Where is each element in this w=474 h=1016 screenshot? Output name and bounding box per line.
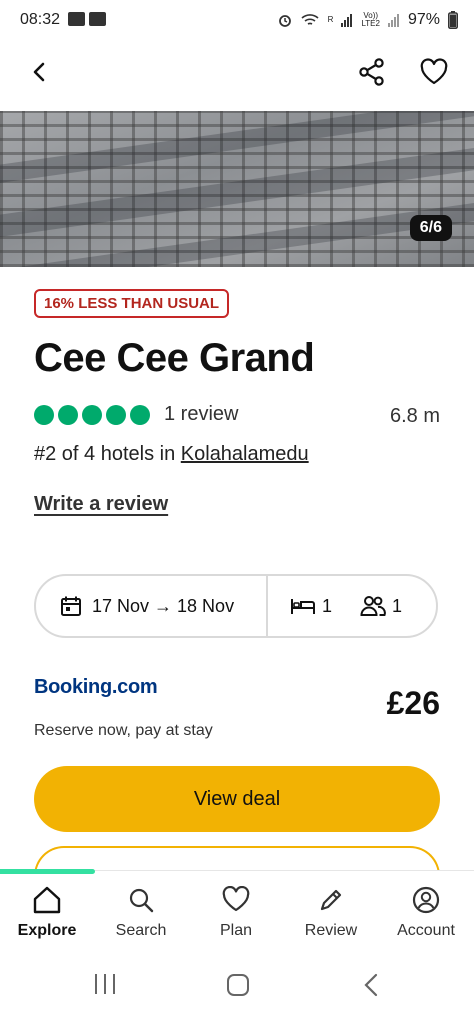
search-icon <box>129 888 154 913</box>
alarm-icon <box>278 15 291 27</box>
scroll-progress-indicator <box>0 869 95 874</box>
rating-bubble <box>34 404 54 425</box>
write-review-link[interactable]: Write a review <box>34 493 168 516</box>
guests-count: 1 <box>392 595 403 616</box>
hotel-photo[interactable] <box>0 111 474 267</box>
battery-percent: 97% <box>407 11 440 28</box>
booking-provider-logo: Booking.com <box>34 676 158 698</box>
tab-label: Plan <box>219 922 253 939</box>
notification-icon <box>68 12 85 26</box>
hotel-name: Cee Cee Grand <box>34 336 315 380</box>
tab-search[interactable]: Search <box>94 886 188 940</box>
date-selector[interactable]: 17 Nov → 18 Nov <box>36 576 268 636</box>
rooms-count: 1 <box>322 595 333 616</box>
bed-icon <box>291 599 315 614</box>
tab-review[interactable]: Review <box>284 886 378 940</box>
heart-icon <box>222 886 250 912</box>
system-nav-bar <box>0 954 474 1016</box>
reserve-note: Reserve now, pay at stay <box>34 722 213 739</box>
tab-account[interactable]: Account <box>379 886 473 940</box>
wifi-icon <box>301 14 319 25</box>
recent-apps-icon[interactable] <box>92 972 118 996</box>
guests-icon <box>360 596 386 616</box>
home-button-icon[interactable] <box>225 972 251 998</box>
back-button[interactable] <box>18 50 62 94</box>
date-range: 17 Nov → 18 Nov <box>92 595 235 616</box>
chevron-left-icon <box>33 62 45 82</box>
network-label: Vo)) LTE2 <box>361 11 380 28</box>
tab-plan[interactable]: Plan <box>189 886 283 940</box>
share-button[interactable] <box>350 50 394 94</box>
guest-selector[interactable]: 1 1 <box>268 595 436 617</box>
hotel-rank: #2 of 4 hotels in Kolahalamedu <box>34 443 309 466</box>
battery-icon <box>448 11 458 29</box>
signal-icon <box>341 14 353 27</box>
calendar-icon <box>61 596 81 616</box>
review-count[interactable]: 1 review <box>164 403 238 426</box>
notification-icons <box>68 12 106 26</box>
offer-price: £26 <box>386 685 440 721</box>
location-link[interactable]: Kolahalamedu <box>181 443 309 465</box>
rating-bubble <box>58 404 78 425</box>
rank-text: #2 of 4 hotels in <box>34 443 181 465</box>
signal-icon <box>387 14 399 27</box>
save-button[interactable] <box>412 50 456 94</box>
status-time: 08:32 <box>20 11 61 28</box>
rating-row[interactable]: 1 review <box>34 403 238 426</box>
home-icon <box>33 886 61 914</box>
heart-icon <box>420 58 448 85</box>
share-icon <box>359 58 384 86</box>
status-bar: 08:32 R Vo)) LTE2 97% <box>0 0 474 40</box>
rating-bubble <box>82 404 102 425</box>
pencil-icon <box>320 889 342 911</box>
view-deal-button[interactable]: View deal <box>34 766 440 832</box>
tab-label: Explore <box>17 922 77 939</box>
tab-label: Search <box>115 922 167 939</box>
carrier-mark: R <box>327 15 334 24</box>
distance: 6.8 m <box>389 405 440 427</box>
notification-icon <box>89 12 106 26</box>
system-back-icon[interactable] <box>360 972 382 998</box>
status-right: R Vo)) LTE2 97% <box>278 11 458 29</box>
rating-bubbles <box>34 404 154 425</box>
rating-bubble <box>106 404 126 425</box>
rating-bubble <box>130 404 150 425</box>
account-icon <box>412 886 440 914</box>
tab-label: Review <box>304 922 358 939</box>
photo-counter: 6/6 <box>409 215 452 241</box>
tab-label: Account <box>397 922 455 939</box>
tab-explore[interactable]: Explore <box>0 886 94 940</box>
stay-selector: 17 Nov → 18 Nov 1 1 <box>34 574 438 638</box>
price-drop-badge: 16% LESS THAN USUAL <box>34 289 230 318</box>
